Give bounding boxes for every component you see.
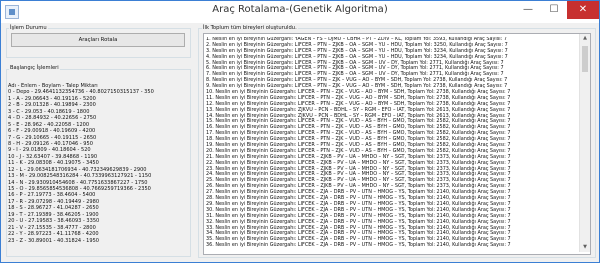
generation-log-line: 36. Neslin en iyi Bireyinin Güzergahı: L… [206,242,511,249]
left-panel: İşlem Durumu Araçları Rotala Başlangıç İ… [5,25,192,258]
minimize-button[interactable]: — [515,1,541,19]
close-button[interactable]: ✕ [567,1,599,19]
scrollbar-thumb[interactable] [582,46,588,72]
customer-list[interactable]: Adı - Enlem - Boylam - Talep Miktarı 0 -… [8,83,187,244]
right-panel: İlk Toplum tüm bireyleri oluşturuldu. 1.… [196,25,597,258]
scroll-up-icon[interactable]: ▲ [580,34,590,43]
route-vehicles-button[interactable]: Araçları Rotala [11,33,185,47]
vertical-scrollbar[interactable]: ▲ ▼ [579,34,590,252]
generation-log-textbox[interactable]: 1. Neslin en iyi Bireyinin Güzergahı: YA… [203,33,591,255]
generation-log-text: 1. Neslin en iyi Bireyinin Güzergahı: YA… [206,37,578,249]
title-bar[interactable]: Araç Rotalama-(Genetik Algoritma) — ☐ ✕ [1,1,599,23]
window-title: Araç Rotalama-(Genetik Algoritma) [212,4,388,15]
process-status-label: İşlem Durumu [9,25,48,31]
maximize-button[interactable]: ☐ [541,1,567,19]
initial-operations-label: Başlangıç İşlemleri [9,65,60,71]
scroll-down-icon[interactable]: ▼ [580,243,590,252]
population-status-label: İlk Toplum tüm bireyleri oluşturuldu. [202,25,298,31]
app-window: Araç Rotalama-(Genetik Algoritma) — ☐ ✕ … [0,0,600,263]
customer-list-item[interactable]: 23 - Z - 30.89001 - 40.31824 - 1950 [8,238,187,244]
